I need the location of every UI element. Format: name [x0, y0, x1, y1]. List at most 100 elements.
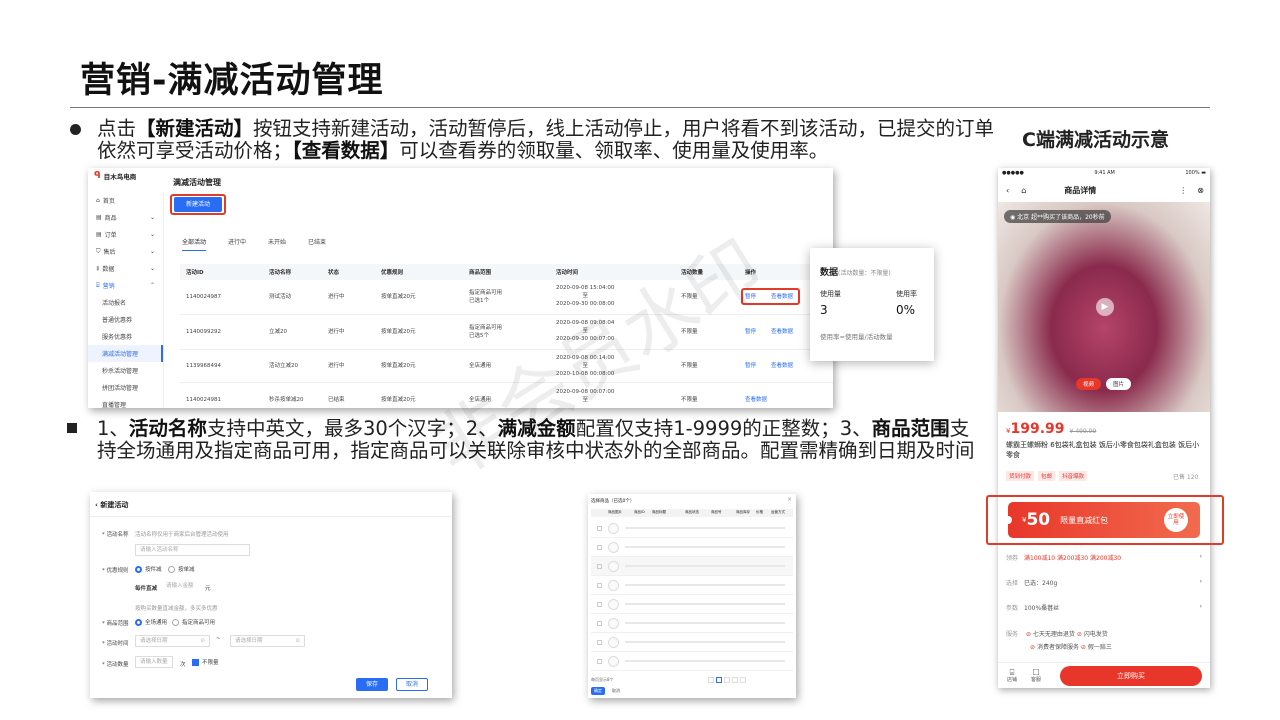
phone-mockup: ●●●●● 9:41 AM 100% ▬ ‹ ⌂ 商品详情 ⋮ ⊗ ◉ 北京 超…	[998, 168, 1210, 688]
sidebar-sub-live[interactable]: 直播管理	[88, 396, 163, 408]
label: 订单	[104, 232, 117, 239]
sidebar-sub-seckill[interactable]: 秒杀活动管理	[88, 362, 163, 379]
cell-status: 进行中	[328, 363, 345, 369]
cancel-button[interactable]: 取消	[396, 678, 428, 691]
list-item[interactable]	[591, 614, 793, 633]
chat-button[interactable]: ☐ 客服	[1024, 668, 1048, 683]
nav-bar: ‹ ⌂ 商品详情 ⋮ ⊗	[998, 180, 1210, 200]
scope-label: * 商品范围	[102, 621, 129, 627]
picker-col: 价格	[756, 510, 763, 514]
picker-cancel-button[interactable]: 取消	[612, 688, 620, 694]
page-button[interactable]	[716, 677, 722, 683]
list-item[interactable]	[591, 595, 793, 614]
logo-icon: ᑫ	[94, 171, 101, 181]
checkbox-checked-icon	[192, 658, 199, 666]
tab-ongoing[interactable]: 进行中	[228, 237, 246, 251]
view-data-link[interactable]: 查看数据	[745, 396, 767, 404]
page-button[interactable]	[724, 677, 730, 683]
image-tab[interactable]: 图片	[1106, 378, 1132, 390]
label: 全场通用	[145, 620, 168, 626]
sidebar-item-goods[interactable]: ▤ 商品 ⌄	[88, 209, 163, 226]
amount-input[interactable]: 请输入金额	[162, 581, 200, 593]
tab-bar: 全部活动 进行中 未开始 已结束	[182, 237, 326, 251]
scope-radio-all[interactable]: 全场通用	[135, 618, 167, 626]
list-item[interactable]	[591, 633, 793, 652]
page-button[interactable]	[708, 677, 714, 683]
row-params[interactable]: 参数 100%桑葚丝 ›	[1006, 603, 1202, 612]
list-item[interactable]	[591, 652, 793, 671]
page-button[interactable]	[740, 677, 746, 683]
store-button[interactable]: ⌸ 店铺	[1000, 668, 1024, 683]
tab-all[interactable]: 全部活动	[182, 237, 207, 251]
row-coupons[interactable]: 领券 满100减10 满200减30 满200减30 ›	[1006, 553, 1202, 562]
close-icon[interactable]: ×	[787, 496, 792, 503]
row-select[interactable]: 选择 已选：240g ›	[1006, 578, 1202, 587]
sidebar-item-home[interactable]: ⌂ 首页	[88, 192, 163, 209]
new-activity-button[interactable]: 新建活动	[174, 197, 222, 212]
unlimited-checkbox[interactable]: 不限量	[192, 658, 219, 666]
yuan-label: 元	[205, 586, 211, 592]
text: 配置仅支持1-9999的正整数；3、	[575, 417, 872, 440]
pause-link[interactable]: 暂停	[745, 328, 756, 336]
video-tab[interactable]: 视频	[1076, 378, 1102, 390]
name-input[interactable]: 请输入活动名称	[135, 544, 250, 556]
qty-input[interactable]: 请输入数量	[135, 656, 173, 668]
form-screenshot: ‹ 新建活动 * 活动名称 活动名称仅用于商家后台管理活动使用 请输入活动名称 …	[90, 492, 452, 698]
sidebar-item-orders[interactable]: ▤ 订单 ⌄	[88, 226, 163, 243]
sidebar-item-data[interactable]: ⫫ 数据 ⌄	[88, 260, 163, 277]
tag: 抖音爆款	[1059, 471, 1088, 481]
check-icon: ⊘	[1030, 644, 1036, 651]
checkbox-icon	[597, 544, 602, 550]
label: 普通优惠券	[102, 317, 133, 324]
sidebar-sub-coupon[interactable]: 普通优惠券	[88, 311, 163, 328]
page-button[interactable]	[732, 677, 738, 683]
row-placeholder	[625, 622, 785, 624]
close-icon[interactable]: ⊗	[1197, 186, 1204, 195]
view-data-link[interactable]: 查看数据	[771, 328, 793, 336]
service-item: 七天无理由退货	[1032, 631, 1075, 638]
picker-ok-button[interactable]: 确定	[591, 687, 605, 695]
view-data-highlight	[741, 288, 800, 305]
start-date-input[interactable]: 请选择日期 ⊙	[135, 635, 210, 647]
row-placeholder	[625, 584, 785, 586]
chevron-right-icon: ›	[1199, 603, 1202, 610]
sidebar-item-marketing[interactable]: ⌸ 营销 ⌃	[88, 277, 163, 294]
list-item[interactable]	[591, 557, 793, 576]
list-item[interactable]	[591, 519, 793, 538]
list-item[interactable]	[591, 576, 793, 595]
title-divider	[70, 107, 1210, 108]
rule-radio-per-item[interactable]: 按件减	[135, 565, 162, 573]
scope-radio-specified[interactable]: 指定商品可用	[172, 618, 215, 626]
list-item[interactable]	[591, 538, 793, 557]
bold-text: 【新建活动】	[136, 117, 254, 140]
tab-ended[interactable]: 已结束	[308, 237, 326, 251]
view-data-link[interactable]: 查看数据	[771, 362, 793, 370]
tab-upcoming[interactable]: 未开始	[268, 237, 286, 251]
buy-now-button[interactable]: 立即购买	[1060, 665, 1202, 686]
row-label: 参数	[1006, 605, 1019, 612]
sidebar-sub-service-coupon[interactable]: 服务优惠券	[88, 328, 163, 345]
more-icon[interactable]: ⋮	[1179, 186, 1187, 195]
row-value: 已选：240g	[1024, 580, 1058, 587]
sidebar-item-aftersale[interactable]: ⛉ 售后 ⌄	[88, 243, 163, 260]
sold-count: 已售 120	[1173, 474, 1199, 481]
picker-footer: 每页显示8个	[591, 677, 614, 682]
home-icon[interactable]: ⌂	[1021, 186, 1026, 195]
end-date-input[interactable]: 请选择日期 ⊙	[230, 635, 305, 647]
chevron-down-icon: ⌄	[149, 265, 155, 272]
cell-rule: 按单直减20元	[381, 329, 416, 335]
pause-link[interactable]: 暂停	[745, 362, 756, 370]
sidebar-sub-group[interactable]: 拼团活动管理	[88, 379, 163, 396]
row-service[interactable]: 服务 ⊘ 七天无理由退货 ⊘ 闪电发货 ⊘ 消费者保障服务 ⊘ 假一赔三	[1006, 629, 1202, 651]
picker-col: 商品状态	[685, 510, 699, 514]
back-icon[interactable]: ‹	[1006, 186, 1009, 195]
sidebar-sub-fullreduce[interactable]: 满减活动管理	[88, 345, 163, 362]
save-button[interactable]: 保存	[356, 678, 388, 691]
rule-radio-per-order[interactable]: 按单减	[168, 565, 195, 573]
col-status: 状态	[328, 270, 340, 276]
radio-checked-icon	[135, 618, 142, 626]
checkbox-icon	[597, 525, 602, 531]
play-icon[interactable]: ▶	[1096, 298, 1114, 316]
sidebar-sub-signup[interactable]: 活动报名	[88, 294, 163, 311]
radio-icon	[172, 618, 179, 626]
